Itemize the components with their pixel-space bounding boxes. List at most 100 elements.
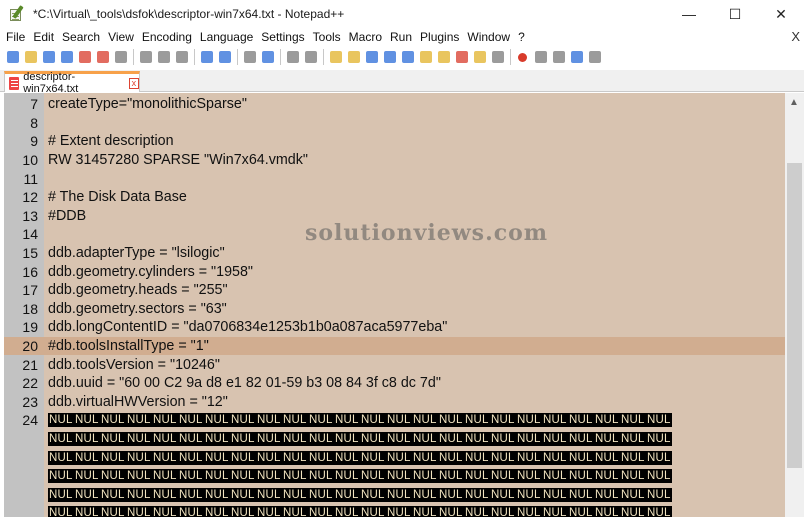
copy-icon[interactable] <box>155 49 172 66</box>
nul-line[interactable]: 24 NUL NUL NUL NUL NUL NUL NUL NUL NUL NUL NUL NUL NU… <box>4 411 785 430</box>
menu-run[interactable]: Run <box>386 30 416 44</box>
current-line[interactable]: 20 #db.toolsInstallType = "1" <box>4 336 785 356</box>
nul-char: NUL <box>568 469 594 484</box>
nul-char: NUL <box>490 487 516 502</box>
nul-char: NUL <box>74 487 100 502</box>
menu-language[interactable]: Language <box>196 30 257 44</box>
nul-char: NUL <box>360 487 386 502</box>
editor-line[interactable]: 21 ddb.toolsVersion = "10246" <box>4 355 785 374</box>
editor-line[interactable]: 12 # The Disk Data Base <box>4 188 785 207</box>
line-text: ddb.virtualHWVersion = "12" <box>48 393 228 410</box>
cut-icon[interactable] <box>137 49 154 66</box>
nul-char: NUL <box>100 506 126 517</box>
new-file-icon[interactable] <box>4 49 21 66</box>
nul-line[interactable]: NUL NUL NUL NUL NUL NUL NUL NUL NUL NUL NUL NUL NUL N… <box>4 467 785 486</box>
monitor-icon[interactable] <box>489 49 506 66</box>
nul-char: NUL <box>74 413 100 428</box>
menu-help[interactable]: ? <box>514 30 529 44</box>
nul-char: NUL <box>100 413 126 428</box>
find-icon[interactable] <box>241 49 258 66</box>
editor-line[interactable]: 7 createType="monolithicSparse" <box>4 95 785 114</box>
save-icon[interactable] <box>40 49 57 66</box>
doc-map-icon[interactable] <box>435 49 452 66</box>
paste-icon[interactable] <box>173 49 190 66</box>
show-all-chars-icon[interactable] <box>381 49 398 66</box>
close-icon[interactable] <box>76 49 93 66</box>
menu-settings[interactable]: Settings <box>257 30 308 44</box>
editor-line[interactable]: 16 ddb.geometry.cylinders = "1958" <box>4 262 785 281</box>
menu-view[interactable]: View <box>104 30 138 44</box>
menu-edit[interactable]: Edit <box>29 30 58 44</box>
nul-char: NUL <box>256 450 282 465</box>
editor-line[interactable]: 23 ddb.virtualHWVersion = "12" <box>4 393 785 412</box>
editor-line[interactable]: 18 ddb.geometry.sectors = "63" <box>4 300 785 319</box>
line-text: ddb.adapterType = "lsilogic" <box>48 245 225 262</box>
nul-char: NUL <box>594 450 620 465</box>
nul-char: NUL <box>74 469 100 484</box>
record-macro-icon[interactable] <box>514 49 531 66</box>
menu-macro[interactable]: Macro <box>345 30 386 44</box>
save-macro-icon[interactable] <box>586 49 603 66</box>
sync-vertical-icon[interactable] <box>327 49 344 66</box>
line-number: 15 <box>22 245 38 262</box>
editor-line[interactable]: 11 <box>4 169 785 188</box>
zoom-in-icon[interactable] <box>284 49 301 66</box>
editor-line[interactable]: 15 ddb.adapterType = "lsilogic" <box>4 244 785 263</box>
scroll-up-arrow-icon[interactable]: ▲ <box>789 97 799 108</box>
redo-icon[interactable] <box>216 49 233 66</box>
editor-line[interactable]: 8 <box>4 114 785 133</box>
save-all-icon[interactable] <box>58 49 75 66</box>
nul-char: NUL <box>438 450 464 465</box>
menu-encoding[interactable]: Encoding <box>138 30 196 44</box>
print-icon[interactable] <box>112 49 129 66</box>
nul-line[interactable]: NUL NUL NUL NUL NUL NUL NUL NUL NUL NUL NUL NUL NUL N… <box>4 504 785 517</box>
close-window-button[interactable]: ✕ <box>758 0 804 28</box>
scroll-thumb[interactable] <box>787 163 802 468</box>
run-multiple-icon[interactable] <box>568 49 585 66</box>
menu-plugins[interactable]: Plugins <box>416 30 463 44</box>
undo-icon[interactable] <box>198 49 215 66</box>
maximize-button[interactable]: ☐ <box>712 0 758 28</box>
nul-char: NUL <box>48 431 74 446</box>
close-document-icon[interactable]: X <box>791 29 800 44</box>
tab-close-icon[interactable]: x <box>128 77 139 89</box>
play-macro-icon[interactable] <box>550 49 567 66</box>
menu-tools[interactable]: Tools <box>309 30 345 44</box>
editor-line[interactable]: 17 ddb.geometry.heads = "255" <box>4 281 785 300</box>
nul-char: NUL <box>308 413 334 428</box>
open-file-icon[interactable] <box>22 49 39 66</box>
sync-horizontal-icon[interactable] <box>345 49 362 66</box>
menu-search[interactable]: Search <box>58 30 104 44</box>
tab-descriptor-file[interactable]: descriptor-win7x64.txt x <box>4 71 140 95</box>
nul-char: NUL <box>412 431 438 446</box>
editor-line[interactable]: 22 ddb.uuid = "60 00 C2 9a d8 e1 82 01-59… <box>4 374 785 393</box>
function-list-icon[interactable] <box>453 49 470 66</box>
minimize-button[interactable]: — <box>666 0 712 28</box>
zoom-out-icon[interactable] <box>302 49 319 66</box>
menu-window[interactable]: Window <box>463 30 514 44</box>
indent-guide-icon[interactable] <box>399 49 416 66</box>
editor-area[interactable]: 7 createType="monolithicSparse" 8 9 # Extent… <box>4 93 785 517</box>
close-all-icon[interactable] <box>94 49 111 66</box>
editor-line[interactable]: 10 RW 31457280 SPARSE "Win7x64.vmdk" <box>4 151 785 170</box>
editor-line[interactable]: 13 #DDB <box>4 207 785 226</box>
nul-characters: NUL NUL NUL NUL NUL NUL NUL NUL NUL NUL NUL NUL NUL N… <box>44 506 672 517</box>
editor-line[interactable]: 9 # Extent description <box>4 132 785 151</box>
vertical-scrollbar[interactable]: ▲ <box>785 93 804 517</box>
nul-char: NUL <box>464 431 490 446</box>
replace-icon[interactable] <box>259 49 276 66</box>
editor-line[interactable]: 19 ddb.longContentID = "da0706834e1253b1b… <box>4 318 785 337</box>
language-icon[interactable] <box>417 49 434 66</box>
menu-file[interactable]: File <box>0 30 29 44</box>
stop-macro-icon[interactable] <box>532 49 549 66</box>
nul-line[interactable]: NUL NUL NUL NUL NUL NUL NUL NUL NUL NUL NUL NUL NUL N… <box>4 485 785 504</box>
nul-char: NUL <box>126 450 152 465</box>
nul-char: NUL <box>256 506 282 517</box>
nul-line[interactable]: NUL NUL NUL NUL NUL NUL NUL NUL NUL NUL NUL NUL NUL N… <box>4 448 785 467</box>
nul-char: NUL <box>152 450 178 465</box>
editor-line[interactable]: 14 <box>4 225 785 244</box>
nul-line[interactable]: NUL NUL NUL NUL NUL NUL NUL NUL NUL NUL NUL NUL NUL N… <box>4 430 785 449</box>
word-wrap-icon[interactable] <box>363 49 380 66</box>
folder-icon[interactable] <box>471 49 488 66</box>
toolbar-separator <box>510 49 511 65</box>
